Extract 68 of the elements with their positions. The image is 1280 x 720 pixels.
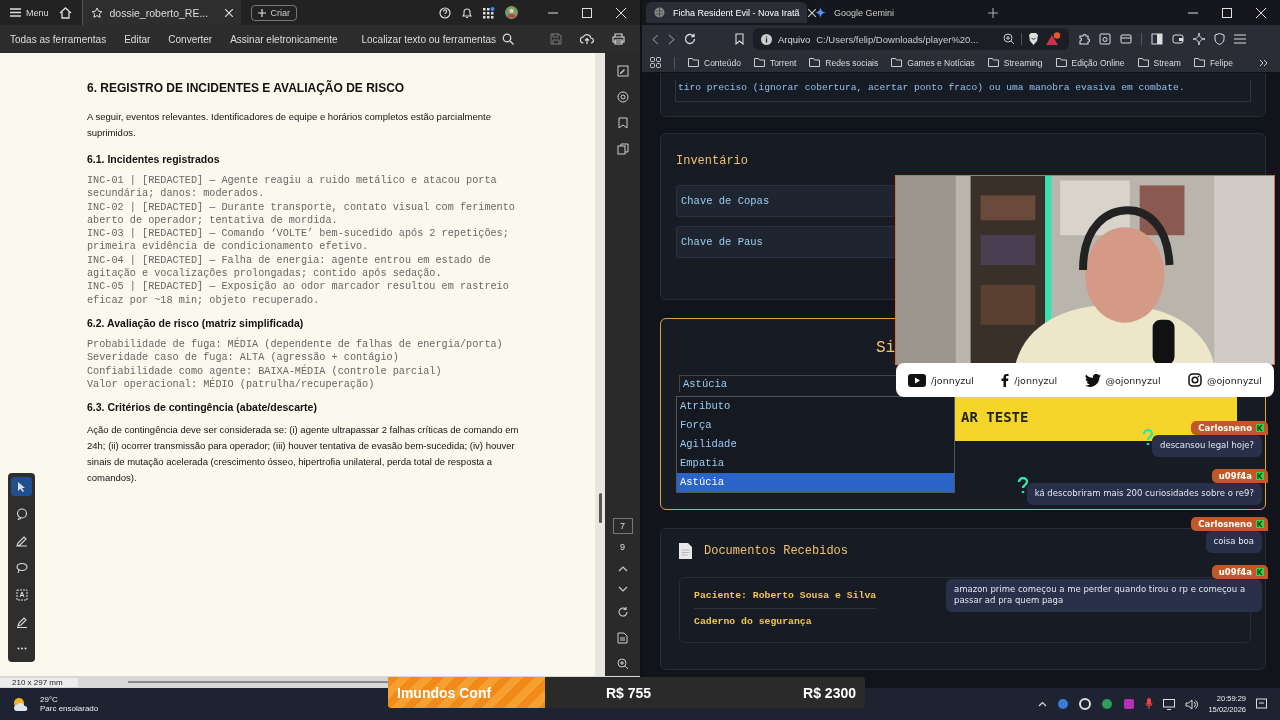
dropdown-option[interactable]: Astúcia — [677, 473, 954, 492]
document-item[interactable]: Caderno do segurança — [694, 608, 812, 634]
test-title: Si — [876, 339, 897, 359]
log-line: Probabilidade de fuga: MÉDIA (dependente de falhas de energia/porta) — [87, 337, 504, 352]
social-handle: /jonnyzul — [931, 374, 974, 386]
toolbar-button[interactable]: Todas as ferramentas — [10, 33, 107, 45]
bookmark-folder[interactable]: Games e Notícias — [891, 57, 975, 68]
chat-message: ká descobriram mais 200 curiosidades sobre o re9? — [1026, 483, 1262, 505]
inventory-title: Inventário — [676, 154, 749, 168]
inventory-item[interactable]: Chave de Copas — [676, 185, 896, 217]
social-handle: @ojonnyzul — [1105, 374, 1161, 386]
address-bar[interactable]: Arquivo C:/Users/felip/Downloads/player%20... — [753, 28, 1069, 50]
bookmark-folder[interactable]: Streaming — [987, 57, 1043, 68]
subsection-heading: 6.1. Incidentes registrados — [87, 153, 221, 165]
dropdown-option[interactable]: Força — [677, 416, 954, 435]
log-line: Valor operacional: MÉDIO (patrulha/recuperação) — [87, 377, 376, 392]
chat-username: u09f4a — [1211, 565, 1268, 579]
temperature: 29°C — [40, 695, 59, 704]
goal-current-amount: R$ 755 — [606, 685, 652, 701]
chat-message: descansou legal hoje? — [1152, 435, 1262, 457]
log-line: INC-04 | [REDACTED] — Falha de energia: agente entrou em estado de agitação e vocalizações prolongadas; contido após sedação. — [87, 253, 492, 281]
bookmark-folder[interactable]: Redes sociais — [809, 57, 879, 68]
bookmark-folder[interactable]: Torrent — [753, 57, 797, 68]
attribute-select[interactable]: Astúcia — [679, 375, 899, 392]
paragraph: A seguir, eventos relevantes. Identificadores de equipe e horários completos estão parcialmente suprimidos. — [87, 110, 492, 140]
paragraph: Ação de contingência deve ser considerada se: (i) agente ultrapassar 2 falhas críticas de comando em 24h; (ii) ocorrer transmissão para operador; (iii) houver tentativa de evasão bem-sucedida; (iv) houver sinais de mutação acelerada (crescimento ósseo, hipertrofia unilateral, perda total de resposta a comandos). — [87, 423, 520, 486]
subsection-heading: 6.2. Avaliação de risco (matriz simplificada) — [87, 316, 305, 329]
document-item[interactable]: Paciente: Roberto Sousa e Silva — [694, 582, 877, 608]
dropdown-option[interactable]: Atributo — [677, 397, 954, 416]
bookmark-folder[interactable]: Stream — [1137, 57, 1181, 68]
menu-button[interactable]: Menu — [10, 7, 49, 18]
log-line: INC-03 | [REDACTED] — Comando ‘VOLTE’ bem-sucedido após 2 repetições; primeira evidência de condicionamento efetivo. — [87, 227, 510, 254]
chat-username: Carlosneno — [1191, 517, 1268, 531]
chat-message: amazon prime começou a me perder quando tirou o rp e começou a passar ad pra quem paga — [946, 579, 1262, 612]
inventory-item[interactable]: Chave de Paus — [676, 226, 896, 258]
create-button[interactable]: Criar — [250, 4, 297, 21]
log-line: INC-02 | [REDACTED] — Durante transporte, contato visual com ferimento aberto de operador; tentativa de mordida. — [87, 200, 516, 228]
bookmark-folder[interactable]: Conteúdo — [688, 57, 741, 68]
toolbar-button[interactable]: Assinar eletronicamente — [230, 33, 338, 45]
subsection-heading: 6.3. Critérios de contingência (abate/descarte) — [87, 401, 318, 414]
social-handle: @ojonnyzul — [1206, 374, 1262, 386]
chat-username: Carlosneno — [1191, 421, 1268, 435]
chat-username: u09f4a — [1211, 469, 1268, 483]
log-line: Severidade caso de fuga: ALTA (agressão + contágio) — [87, 351, 400, 364]
log-line: INC-05 | [REDACTED] — Exposição ao odor marcador resultou em rastreio eficaz por ~18 min; objeto recuperado. — [87, 280, 510, 307]
ability-text-area[interactable]: tiro preciso (ignorar cobertura, acertar ponto fraco) ou uma manobra evasiva em combate. — [675, 80, 1251, 102]
bookmark-folder[interactable]: Edição Online — [1055, 57, 1125, 68]
toolbar-button[interactable]: Converter — [168, 33, 213, 45]
page-size-label: 210 x 297 mm — [0, 677, 78, 687]
goal-target-amount: R$ 2300 — [803, 685, 856, 701]
page-count: 9 — [620, 542, 625, 552]
social-handle: /jonnyzul — [1014, 374, 1058, 386]
bookmark-folder[interactable]: Felipe — [1193, 57, 1234, 68]
section-heading: 6. REGISTRO DE INCIDENTES E AVALIAÇÃO DE RISCO — [87, 81, 406, 95]
toolbar-button[interactable]: Editar — [124, 33, 151, 45]
chat-message: coisa boa — [1205, 531, 1262, 553]
browser-tab[interactable]: Google Gemini — [807, 2, 968, 23]
tab-title: dossie_roberto_RE... — [109, 6, 210, 19]
dropdown-option[interactable]: Agilidade — [677, 435, 954, 454]
documents-title: Documentos Recebidos — [704, 544, 849, 558]
document-tab[interactable]: dossie_roberto_RE... — [81, 0, 241, 25]
goal-label: Imundos Conf — [397, 685, 492, 701]
log-line: INC-01 | [REDACTED] — Agente reagiu a ruido metálico e atacou porta secundária; danos: moderados. — [87, 174, 498, 201]
weather-label: Parc ensolarado — [40, 704, 99, 713]
dropdown-option[interactable]: Empatia — [677, 454, 954, 473]
current-page-field[interactable]: 7 — [612, 518, 633, 534]
find-tools-button[interactable]: Localizar texto ou ferramentas — [361, 33, 514, 45]
log-line: Confiabilidade como agente: BAIXA-MÉDIA (controle parcial) — [87, 364, 443, 377]
